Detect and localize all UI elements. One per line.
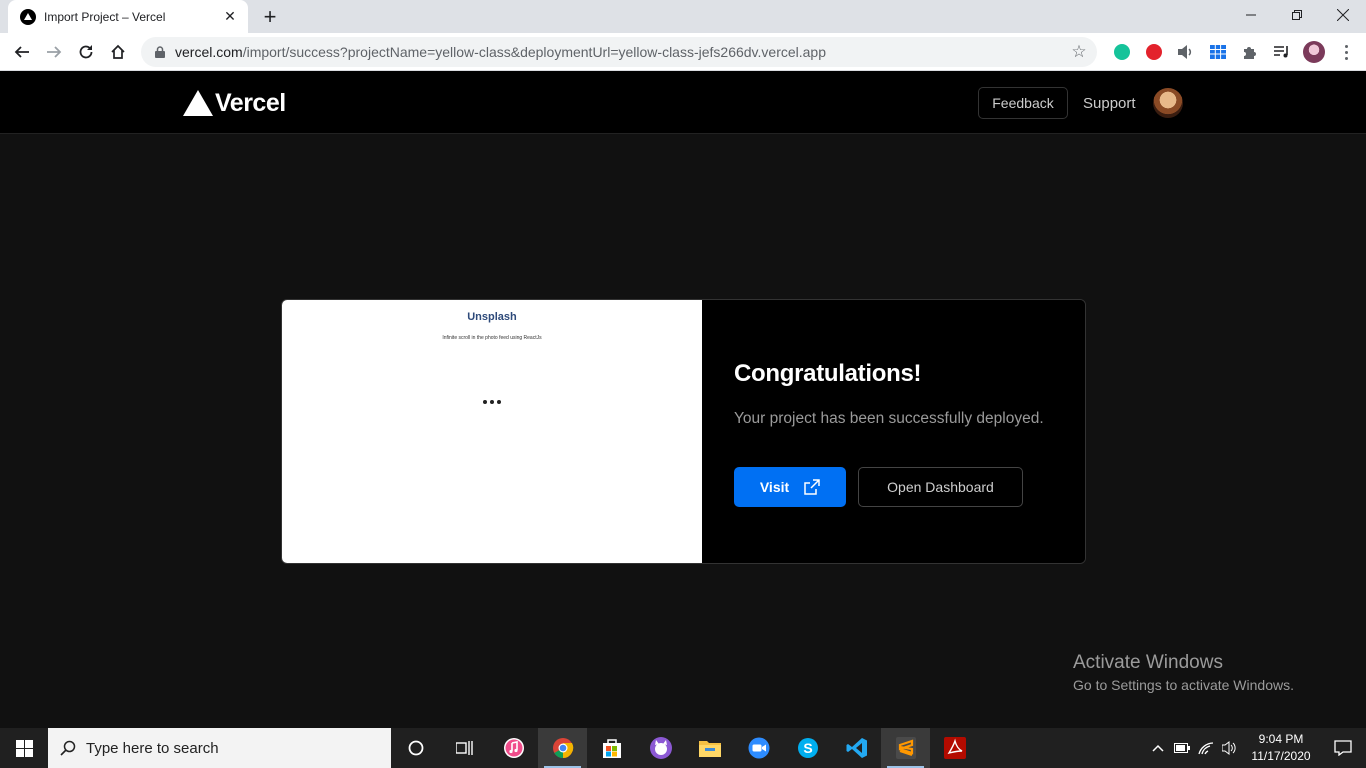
watermark-subtitle: Go to Settings to activate Windows. bbox=[1073, 677, 1294, 693]
bookmark-star-icon[interactable]: ☆ bbox=[1065, 38, 1093, 66]
feedback-button[interactable]: Feedback bbox=[978, 87, 1068, 119]
grammarly-extension-icon[interactable] bbox=[1106, 38, 1138, 66]
visit-button-label: Visit bbox=[759, 479, 790, 495]
taskbar-clock[interactable]: 9:04 PM 11/17/2020 bbox=[1242, 731, 1320, 765]
github-desktop-icon[interactable] bbox=[636, 728, 685, 768]
vercel-triangle-icon bbox=[183, 90, 213, 116]
zoom-icon[interactable] bbox=[734, 728, 783, 768]
search-icon bbox=[60, 740, 76, 756]
windows-taskbar: Type here to search S 9:04 PM 11/17/2020 bbox=[0, 728, 1366, 768]
vercel-logo[interactable]: Vercel bbox=[183, 88, 286, 118]
deployment-preview[interactable]: Unsplash Infinite scroll in the photo fe… bbox=[282, 300, 702, 563]
chrome-icon[interactable] bbox=[538, 728, 587, 768]
tab-title: Import Project – Vercel bbox=[44, 9, 166, 24]
new-tab-icon[interactable]: + bbox=[258, 5, 282, 29]
speaker-extension-icon[interactable] bbox=[1170, 38, 1202, 66]
deployment-success-card: Unsplash Infinite scroll in the photo fe… bbox=[281, 299, 1086, 564]
browser-tab[interactable]: Import Project – Vercel ✕ bbox=[8, 0, 248, 33]
window-controls bbox=[1228, 0, 1366, 33]
browser-toolbar: vercel.com/import/success?projectName=ye… bbox=[0, 33, 1366, 71]
media-control-icon[interactable] bbox=[1266, 38, 1298, 66]
itunes-icon[interactable] bbox=[489, 728, 538, 768]
search-placeholder: Type here to search bbox=[86, 739, 219, 757]
forward-arrow-icon[interactable] bbox=[40, 38, 68, 66]
notification-center-icon[interactable] bbox=[1320, 728, 1366, 768]
clock-time: 9:04 PM bbox=[1258, 732, 1304, 746]
svg-text:S: S bbox=[803, 740, 812, 756]
skype-icon[interactable]: S bbox=[783, 728, 832, 768]
grid-extension-icon[interactable] bbox=[1202, 38, 1234, 66]
success-message: Your project has been successfully deplo… bbox=[734, 410, 1044, 427]
minimize-button[interactable] bbox=[1228, 0, 1274, 30]
clock-date: 11/17/2020 bbox=[1251, 749, 1311, 763]
success-info-panel: Congratulations! Your project has been s… bbox=[702, 300, 1085, 563]
avatar[interactable] bbox=[1153, 88, 1183, 118]
vscode-icon[interactable] bbox=[832, 728, 881, 768]
system-tray: 9:04 PM 11/17/2020 bbox=[1146, 728, 1366, 768]
extensions-area bbox=[1106, 38, 1330, 66]
watermark-title: Activate Windows bbox=[1073, 652, 1223, 673]
cortana-icon[interactable] bbox=[391, 728, 440, 768]
file-explorer-icon[interactable] bbox=[685, 728, 734, 768]
restore-button[interactable] bbox=[1274, 0, 1320, 30]
url-text[interactable]: vercel.com/import/success?projectName=ye… bbox=[175, 44, 1065, 60]
lock-icon[interactable] bbox=[153, 45, 167, 59]
acrobat-reader-icon[interactable] bbox=[930, 728, 979, 768]
browser-tab-strip: Import Project – Vercel ✕ + bbox=[0, 0, 1366, 33]
volume-icon[interactable] bbox=[1218, 728, 1242, 768]
external-link-icon bbox=[804, 478, 820, 495]
battery-icon[interactable] bbox=[1170, 728, 1194, 768]
windows-start-icon[interactable] bbox=[0, 728, 48, 768]
preview-title: Unsplash bbox=[467, 311, 517, 323]
logo-text: Vercel bbox=[215, 88, 286, 117]
visit-button[interactable]: Visit bbox=[734, 467, 846, 507]
taskbar-search-input[interactable]: Type here to search bbox=[48, 728, 391, 768]
vercel-favicon-icon bbox=[20, 8, 36, 25]
tab-close-icon[interactable]: ✕ bbox=[222, 8, 238, 25]
reload-icon[interactable] bbox=[72, 38, 100, 66]
open-dashboard-button[interactable]: Open Dashboard bbox=[858, 467, 1023, 507]
browser-menu-icon[interactable] bbox=[1334, 38, 1358, 66]
adblock-extension-icon[interactable] bbox=[1138, 38, 1170, 66]
store-icon[interactable] bbox=[587, 728, 636, 768]
address-bar[interactable]: vercel.com/import/success?projectName=ye… bbox=[141, 37, 1097, 67]
url-host: vercel.com bbox=[175, 44, 243, 60]
close-window-button[interactable] bbox=[1320, 0, 1366, 30]
activate-windows-watermark: Activate Windows Go to Settings to activ… bbox=[1073, 652, 1294, 693]
home-icon[interactable] bbox=[104, 38, 132, 66]
sublime-text-icon[interactable] bbox=[881, 728, 930, 768]
back-arrow-icon[interactable] bbox=[8, 38, 36, 66]
site-header: Vercel Feedback Support bbox=[0, 71, 1366, 134]
url-path: /import/success?projectName=yellow-class… bbox=[242, 44, 826, 60]
wifi-icon[interactable] bbox=[1194, 728, 1218, 768]
support-link[interactable]: Support bbox=[1083, 95, 1136, 112]
extensions-puzzle-icon[interactable] bbox=[1234, 38, 1266, 66]
loading-dots-icon bbox=[282, 400, 702, 404]
task-view-icon[interactable] bbox=[440, 728, 489, 768]
success-heading: Congratulations! bbox=[734, 360, 922, 387]
preview-subtitle: Infinite scroll in the photo feed using … bbox=[442, 335, 542, 341]
chevron-up-icon[interactable] bbox=[1146, 728, 1170, 768]
profile-avatar-icon[interactable] bbox=[1298, 38, 1330, 66]
